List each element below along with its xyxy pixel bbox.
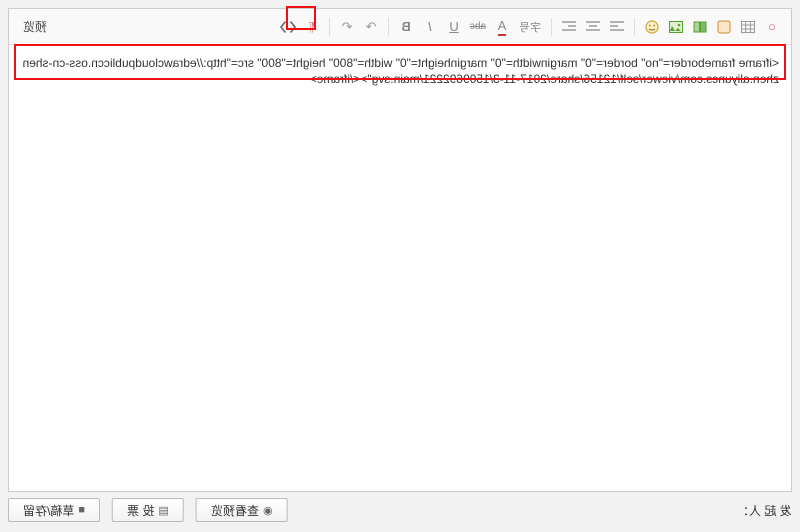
align-left-button[interactable] [558, 16, 580, 38]
more-icon[interactable]: ○ [761, 16, 783, 38]
save-icon: ■ [78, 504, 85, 516]
editor-toolbar: ¶ ↶ ↷ B I U abc A 字号 [277, 16, 783, 38]
image-button[interactable] [665, 16, 687, 38]
code-editor-area[interactable]: <iframe frameborder="no" border="0" marg… [9, 45, 791, 491]
font-color-button[interactable]: A [491, 16, 513, 38]
redo-button[interactable]: ↷ [360, 16, 382, 38]
align-center-button[interactable] [582, 16, 604, 38]
footer-bar: 发 起 人： ◉ 查看预览 ▤ 投 票 ■ 草稿/存留 [8, 496, 792, 524]
draft-button[interactable]: ■ 草稿/存留 [8, 498, 100, 522]
link-button[interactable] [713, 16, 735, 38]
eye-icon: ◉ [263, 504, 273, 517]
underline-button[interactable]: U [443, 16, 465, 38]
doc-icon: ▤ [158, 504, 168, 517]
table-button[interactable] [737, 16, 759, 38]
align-right-button[interactable] [606, 16, 628, 38]
font-size-button[interactable]: 字号 [515, 16, 545, 38]
emoji-button[interactable] [641, 16, 663, 38]
editor-header: 预览 ¶ ↶ ↷ B I U abc A 字号 [9, 9, 791, 45]
strikethrough-button[interactable]: abc [467, 16, 489, 38]
code-view-button[interactable] [277, 16, 299, 38]
publisher-label: 发 起 人： [737, 502, 792, 519]
italic-button[interactable]: I [419, 16, 441, 38]
panel-title: 预览 [17, 18, 53, 35]
preview-button[interactable]: ◉ 查看预览 [196, 498, 288, 522]
paragraph-icon[interactable]: ¶ [301, 16, 323, 38]
book-button[interactable] [689, 16, 711, 38]
undo-button[interactable]: ↶ [336, 16, 358, 38]
editor-panel: 预览 ¶ ↶ ↷ B I U abc A 字号 [8, 8, 792, 492]
bold-button[interactable]: B [395, 16, 417, 38]
vote-button[interactable]: ▤ 投 票 [112, 498, 184, 522]
